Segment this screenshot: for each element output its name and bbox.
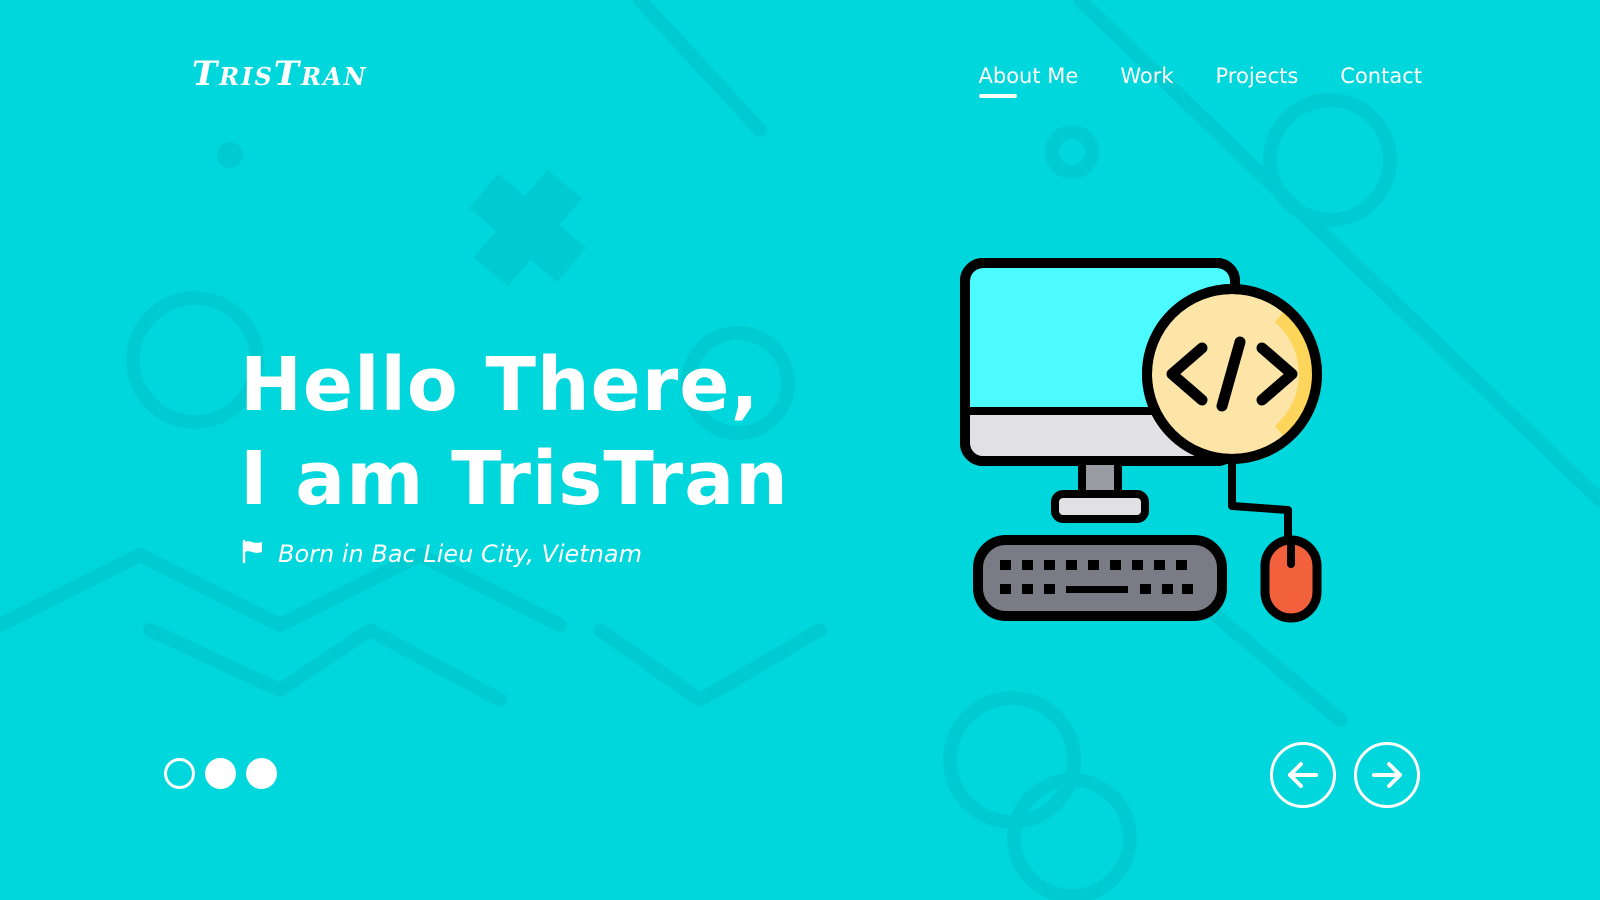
birthplace: Born in Bac Lieu City, Vietnam xyxy=(240,538,642,570)
carousel-indicators xyxy=(164,758,277,789)
prev-slide-button[interactable] xyxy=(1270,742,1336,808)
nav-item-work[interactable]: Work xyxy=(1120,60,1173,92)
nav-item-contact[interactable]: Contact xyxy=(1340,60,1422,92)
flag-icon xyxy=(240,538,266,570)
nav-item-projects[interactable]: Projects xyxy=(1216,60,1299,92)
hero-title-line-1: Hello There, xyxy=(240,342,760,428)
hero-title: Hello There, I am TrisTran xyxy=(240,338,789,526)
arrow-left-icon xyxy=(1288,762,1318,788)
arrow-right-icon xyxy=(1372,762,1402,788)
site-logo[interactable]: TrisTran xyxy=(192,54,368,94)
nav-item-about-me[interactable]: About Me xyxy=(978,60,1078,98)
carousel-indicator-2[interactable] xyxy=(205,758,236,789)
computer-code-icon xyxy=(960,258,1322,623)
carousel-indicator-3[interactable] xyxy=(246,758,277,789)
hero-title-line-2: I am TrisTran xyxy=(240,436,789,522)
next-slide-button[interactable] xyxy=(1354,742,1420,808)
main-nav: About Me Work Projects Contact xyxy=(978,60,1422,98)
carousel-indicator-1[interactable] xyxy=(164,758,195,789)
carousel-arrows xyxy=(1270,742,1420,808)
birthplace-text: Born in Bac Lieu City, Vietnam xyxy=(278,540,642,568)
